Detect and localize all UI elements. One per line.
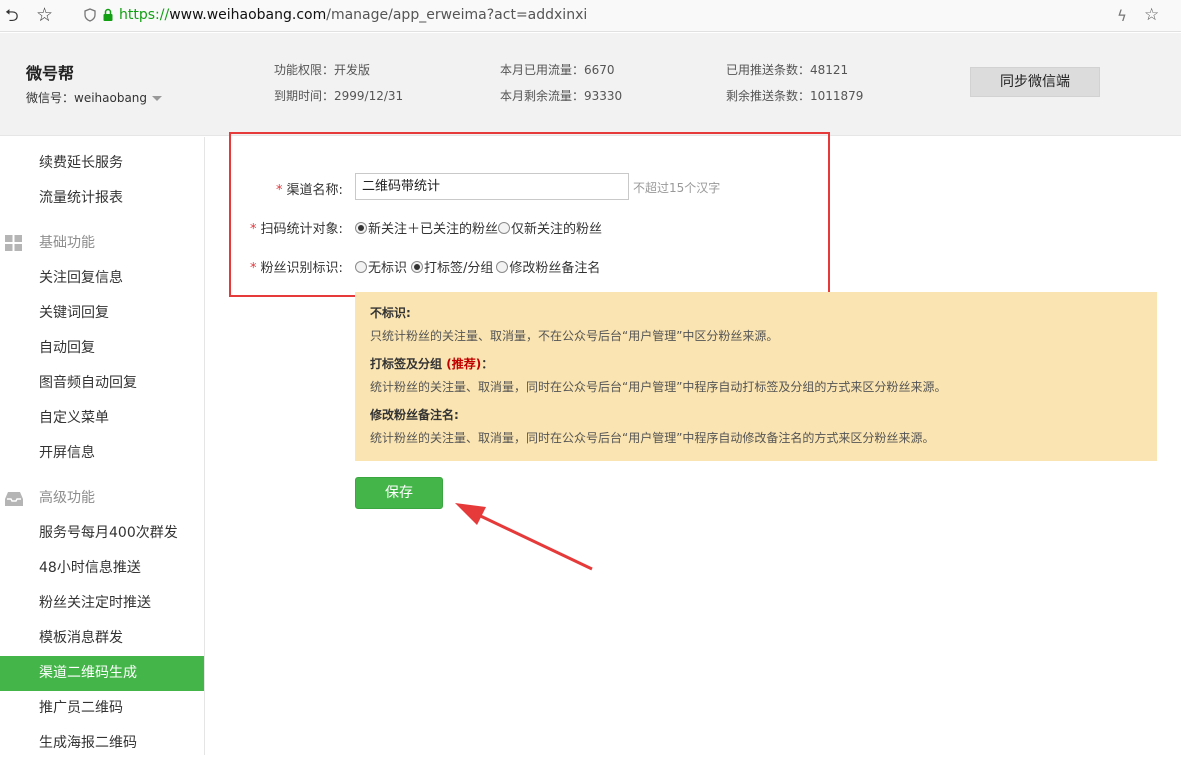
bookmark-star-icon[interactable]: ☆ [1144,5,1159,25]
sidebar-item-poster-qrcode[interactable]: 生成海报二维码 [0,726,204,761]
info-title-colon: ： [481,357,494,371]
scan-target-label-text: 扫码统计对象: [260,222,343,237]
grid-icon [5,235,22,251]
channel-name-label: * 渠道名称: [276,179,343,198]
fan-mark-label-text: 粉丝识别标识: [260,261,343,276]
arrow-head [455,503,486,525]
info-desc-no-mark: 只统计粉丝的关注量、取消量，不在公众号后台“用户管理”中区分粉丝来源。 [370,329,779,343]
browser-toolbar: ⮌ ☆ https://www.weihaobang.com/manage/ap… [0,0,1181,32]
sidebar-item-traffic-report[interactable]: 流量统计报表 [0,181,204,216]
required-mark: * [250,222,257,237]
radio-label: 新关注＋已关注的粉丝 [368,222,499,237]
arrow-shaft [469,509,593,571]
account-header: 微号帮 微信号：weihaobang 功能权限：开发版 到期时间：2999/12… [0,33,1181,136]
radio-new-and-existing-fans[interactable]: 新关注＋已关注的粉丝 [355,218,498,237]
stat-remaining-push: 剩余推送条数：1011879 [726,89,864,103]
radio-remark-name[interactable]: 修改粉丝备注名 [496,257,600,276]
sidebar-item-timed-push[interactable]: 粉丝关注定时推送 [0,586,204,621]
caret-down-icon [152,96,163,101]
url-path: /manage/app_erweima?act=addxinxi [326,7,588,23]
sidebar-item-mass-send[interactable]: 服务号每月400次群发 [0,516,204,551]
radio-button[interactable] [355,221,367,234]
sidebar-item-splash-info[interactable]: 开屏信息 [0,436,204,471]
radio-new-fans-only[interactable]: 仅新关注的粉丝 [498,218,602,237]
sidebar-item-media-auto-reply[interactable]: 图音频自动回复 [0,366,204,401]
scan-target-label: * 扫码统计对象: [250,218,343,237]
stat-used-push: 已用推送条数：48121 [726,63,849,77]
info-desc-tag: 统计粉丝的关注量、取消量，同时在公众号后台“用户管理”中程序自动打标签及分组的方… [370,380,947,394]
info-title-tag-text: 打标签及分组 [370,357,443,371]
info-panel: 不标识: 只统计粉丝的关注量、取消量，不在公众号后台“用户管理”中区分粉丝来源。… [355,292,1157,461]
sidebar-item-promoter-qrcode[interactable]: 推广员二维码 [0,691,204,726]
sidebar-item-template-mass[interactable]: 模板消息群发 [0,621,204,656]
stat-expire: 到期时间：2999/12/31 [274,89,404,103]
recommended-badge: (推荐) [446,357,482,371]
stat-remaining-traffic: 本月剩余流量：93330 [500,89,623,103]
sync-wechat-button[interactable]: 同步微信端 [970,67,1100,97]
channel-name-input[interactable]: 二维码带统计 [355,173,629,200]
radio-label: 打标签/分组 [424,261,494,276]
required-mark: * [250,261,257,276]
required-mark: * [276,183,283,198]
scan-target-radio-group: 新关注＋已关注的粉丝 仅新关注的粉丝 [355,218,602,237]
wechat-id-selector[interactable]: 微信号：weihaobang [26,89,163,106]
radio-button[interactable] [411,260,424,273]
channel-name-label-text: 渠道名称: [286,183,343,198]
url-protocol: https:// [119,7,170,23]
radio-button[interactable] [355,260,367,273]
save-button[interactable]: 保存 [355,477,443,509]
radio-tag-group[interactable]: 打标签/分组 [411,257,493,276]
sidebar-section-basic: 基础功能 [0,226,204,261]
account-name: 微号帮 [26,64,75,83]
sidebar-item-keyword-reply[interactable]: 关键词回复 [0,296,204,331]
radio-button[interactable] [496,260,509,273]
radio-button[interactable] [498,221,511,234]
radio-label: 无标识 [368,261,408,276]
lightning-icon[interactable]: ϟ [1117,7,1127,25]
sidebar: 续费延长服务 流量统计报表 基础功能 关注回复信息 关键词回复 自动回复 图音频… [0,137,205,755]
radio-no-mark[interactable]: 无标识 [355,257,407,276]
address-bar[interactable]: https://www.weihaobang.com/manage/app_er… [119,7,587,23]
sidebar-item-auto-reply[interactable]: 自动回复 [0,331,204,366]
inbox-icon [5,492,23,506]
wechat-id-label: 微信号：weihaobang [26,91,148,105]
lock-icon[interactable] [102,8,114,22]
radio-label: 修改粉丝备注名 [509,261,601,276]
sidebar-item-renewal[interactable]: 续费延长服务 [0,146,204,181]
sidebar-section-advanced: 高级功能 [0,481,204,516]
info-title-no-mark: 不标识: [370,306,411,320]
stat-permission: 功能权限：开发版 [274,63,371,77]
url-host: www.weihaobang.com [169,7,327,23]
info-title-tag: 打标签及分组 (推荐)： [370,355,493,372]
radio-label: 仅新关注的粉丝 [511,222,603,237]
star-icon[interactable]: ☆ [36,5,53,25]
sidebar-item-follow-reply[interactable]: 关注回复信息 [0,261,204,296]
back-icon[interactable]: ⮌ [5,6,25,26]
info-title-remark: 修改粉丝备注名: [370,408,459,422]
info-desc-remark: 统计粉丝的关注量、取消量，同时在公众号后台“用户管理”中程序自动修改备注名的方式… [370,431,935,445]
channel-name-hint: 不超过15个汉字 [633,181,721,195]
sidebar-section-basic-label: 基础功能 [39,235,95,251]
sidebar-item-channel-qrcode[interactable]: 渠道二维码生成 [0,656,204,691]
sidebar-item-48h-push[interactable]: 48小时信息推送 [0,551,204,586]
stat-used-traffic: 本月已用流量：6670 [500,63,615,77]
shield-icon[interactable] [84,8,96,22]
sidebar-section-advanced-label: 高级功能 [39,490,95,506]
fan-mark-radio-group: 无标识 打标签/分组 修改粉丝备注名 [355,257,600,276]
sidebar-item-custom-menu[interactable]: 自定义菜单 [0,401,204,436]
fan-mark-label: * 粉丝识别标识: [250,257,343,276]
